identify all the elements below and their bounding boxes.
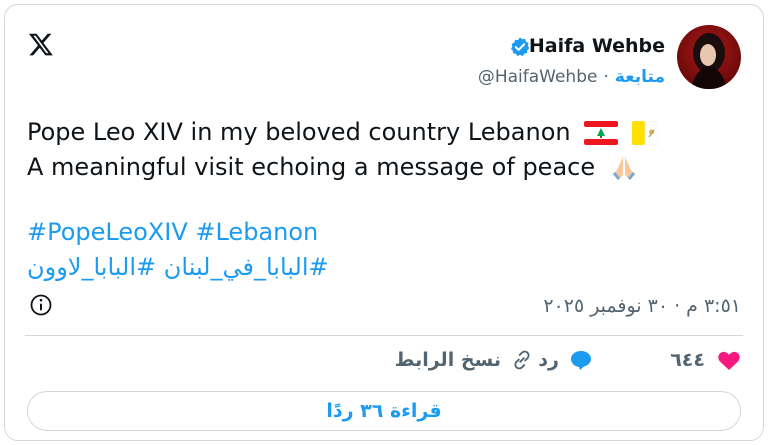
reply-button[interactable]: رد (538, 349, 593, 371)
verified-badge-icon (510, 37, 530, 57)
separator: · (603, 67, 609, 87)
display-name[interactable]: Haifa Wehbe (529, 35, 665, 57)
info-icon[interactable] (29, 293, 53, 317)
hashtags: #PopeLeoXIV #Lebanon #البابا_في_لبنان #ا… (27, 215, 329, 285)
hashtags-line-1[interactable]: #PopeLeoXIV #Lebanon (27, 215, 329, 250)
handle-row: @HaifaWehbe · متابعة (478, 67, 665, 87)
tweet-timestamp[interactable]: ٣:٥١ م · ٣٠ نوفمبر ٢٠٢٥ (543, 295, 741, 317)
lebanon-flag-icon (584, 121, 619, 145)
x-logo-icon[interactable] (27, 31, 55, 57)
avatar-image (677, 25, 741, 89)
tweet-line-2: A meaningful visit echoing a message of … (27, 153, 596, 181)
tweet-line: A meaningful visit echoing a message of … (27, 150, 658, 185)
follow-link[interactable]: متابعة (615, 67, 665, 87)
tweet-embed-card: Haifa Wehbe @HaifaWehbe · متابعة Pope Leo … (4, 4, 764, 441)
link-icon (514, 350, 530, 370)
like-count: ٦٤٤ (670, 349, 705, 371)
reply-bubble-icon (571, 351, 591, 370)
copy-link-button[interactable]: نسخ الرابط (395, 349, 533, 371)
hashtags-line-2[interactable]: #البابا_في_لبنان #البابا_لاوون (27, 250, 329, 285)
tweet-line-1: Pope Leo XIV in my beloved country Leban… (27, 118, 571, 146)
vatican-flag-icon (631, 121, 658, 145)
folded-hands-icon (612, 157, 635, 180)
tweet-text: Pope Leo XIV in my beloved country Leban… (27, 115, 658, 185)
avatar[interactable] (677, 25, 741, 89)
tweet-line: Pope Leo XIV in my beloved country Leban… (27, 115, 658, 150)
read-replies-button[interactable]: قراءة ٣٦ ردًا (27, 391, 741, 431)
like-button[interactable]: ٦٤٤ (670, 349, 741, 371)
divider (25, 335, 743, 336)
copy-link-label: نسخ الرابط (394, 349, 501, 371)
handle[interactable]: @HaifaWehbe (478, 67, 598, 87)
reply-label: رد (538, 349, 559, 371)
heart-icon (718, 351, 740, 370)
